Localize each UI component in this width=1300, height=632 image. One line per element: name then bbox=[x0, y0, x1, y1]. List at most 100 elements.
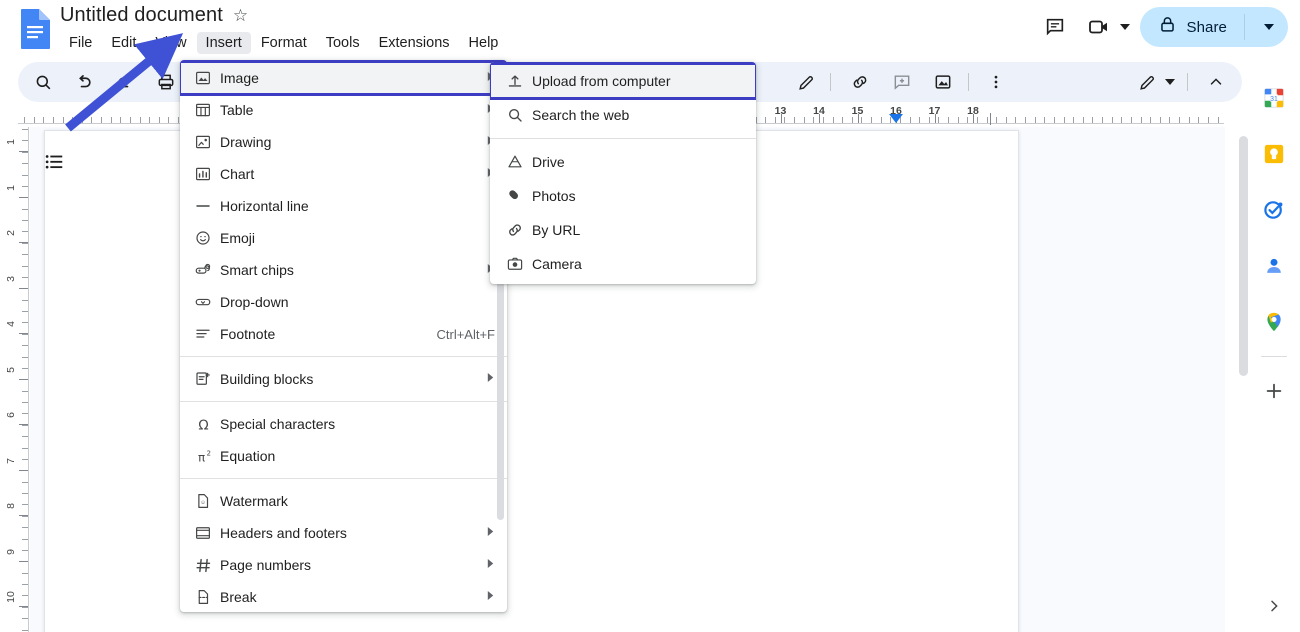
menu-separator bbox=[180, 478, 507, 479]
google-calendar-icon[interactable]: 31 bbox=[1248, 70, 1300, 126]
menu-item-drive[interactable]: Drive bbox=[490, 145, 756, 179]
menu-item-equation[interactable]: π2 Equation bbox=[180, 440, 507, 472]
menu-edit[interactable]: Edit bbox=[102, 32, 145, 54]
menu-insert[interactable]: Insert bbox=[197, 32, 251, 54]
menu-item-label: Drop-down bbox=[220, 286, 495, 318]
add-comment-icon[interactable] bbox=[886, 66, 918, 98]
ruler-tick bbox=[22, 300, 28, 301]
margin-marker[interactable] bbox=[990, 113, 991, 125]
google-contacts-icon[interactable] bbox=[1248, 238, 1300, 294]
share-dropdown-caret-icon[interactable] bbox=[1254, 7, 1284, 47]
meet-button-group[interactable] bbox=[1080, 8, 1134, 46]
ruler-tick bbox=[823, 117, 824, 123]
more-options-icon[interactable] bbox=[980, 66, 1012, 98]
menu-item-photos[interactable]: Photos bbox=[490, 179, 756, 213]
menu-help[interactable]: Help bbox=[460, 32, 508, 54]
ruler-tick bbox=[1131, 117, 1132, 123]
menu-item-watermark[interactable]: ☺ Watermark bbox=[180, 485, 507, 517]
menu-item-break[interactable]: Break bbox=[180, 581, 507, 612]
ruler-tick bbox=[1073, 117, 1074, 123]
image-icon bbox=[194, 69, 220, 87]
menu-file[interactable]: File bbox=[60, 32, 101, 54]
menu-extensions[interactable]: Extensions bbox=[370, 32, 459, 54]
menu-item-page-numbers[interactable]: Page numbers bbox=[180, 549, 507, 581]
emoji-icon bbox=[194, 229, 220, 247]
chevron-down-icon[interactable] bbox=[1120, 24, 1130, 30]
google-docs-logo-icon[interactable] bbox=[18, 8, 52, 50]
menu-item-building-blocks[interactable]: Building blocks bbox=[180, 363, 507, 395]
svg-text:Ω: Ω bbox=[198, 418, 208, 433]
menu-item-image[interactable]: Image bbox=[180, 62, 507, 94]
menu-item-special-characters[interactable]: Ω Special characters bbox=[180, 408, 507, 440]
video-camera-icon[interactable] bbox=[1080, 8, 1118, 46]
menu-item-by-url[interactable]: By URL bbox=[490, 213, 756, 247]
svg-text:π: π bbox=[198, 450, 205, 464]
pencil-icon[interactable] bbox=[1131, 66, 1163, 98]
menu-item-footnote[interactable]: Footnote Ctrl+Alt+F bbox=[180, 318, 507, 350]
ruler-tick bbox=[1092, 117, 1093, 123]
menu-item-upload-from-computer[interactable]: Upload from computer bbox=[490, 64, 756, 98]
search-icon bbox=[506, 106, 532, 124]
omega-icon: Ω bbox=[194, 415, 220, 434]
menu-item-drawing[interactable]: Drawing bbox=[180, 126, 507, 158]
ruler-tick bbox=[22, 322, 28, 323]
chart-icon bbox=[194, 165, 220, 183]
google-docs-window: Untitled document ☆ File Edit View Inser… bbox=[0, 0, 1300, 632]
ruler-tick bbox=[22, 595, 28, 596]
chevron-right-icon[interactable] bbox=[1248, 586, 1300, 626]
menu-item-headers-and-footers[interactable]: Headers and footers bbox=[180, 517, 507, 549]
ruler-number: 1 bbox=[5, 139, 17, 145]
comment-history-icon[interactable] bbox=[1036, 8, 1074, 46]
chevron-up-icon[interactable] bbox=[1200, 66, 1232, 98]
google-keep-icon[interactable] bbox=[1248, 126, 1300, 182]
menu-item-search-the-web[interactable]: Search the web bbox=[490, 98, 756, 132]
redo-icon[interactable] bbox=[109, 66, 141, 98]
undo-icon[interactable] bbox=[68, 66, 100, 98]
ruler-tick bbox=[22, 630, 28, 631]
search-icon[interactable] bbox=[27, 66, 59, 98]
google-maps-icon[interactable] bbox=[1248, 294, 1300, 350]
menu-item-drop-down[interactable]: Drop-down bbox=[180, 286, 507, 318]
ruler-tick bbox=[996, 117, 997, 123]
share-button[interactable]: Share bbox=[1140, 7, 1288, 47]
menu-view[interactable]: View bbox=[146, 32, 195, 54]
insert-link-icon[interactable] bbox=[844, 66, 876, 98]
menu-item-table[interactable]: Table bbox=[180, 94, 507, 126]
google-tasks-icon[interactable] bbox=[1248, 182, 1300, 238]
menu-separator bbox=[180, 401, 507, 402]
menu-item-label: Break bbox=[220, 581, 472, 612]
menu-format[interactable]: Format bbox=[252, 32, 316, 54]
menu-item-camera[interactable]: Camera bbox=[490, 247, 756, 281]
ruler-tick bbox=[833, 117, 834, 123]
vertical-ruler[interactable]: 112345678910 bbox=[0, 127, 30, 632]
page-title[interactable]: Untitled document bbox=[60, 4, 223, 27]
insert-image-icon[interactable] bbox=[927, 66, 959, 98]
highlight-pen-icon[interactable] bbox=[790, 66, 822, 98]
menu-tools[interactable]: Tools bbox=[317, 32, 369, 54]
print-icon[interactable] bbox=[150, 66, 182, 98]
ruler-tick bbox=[22, 266, 28, 267]
ruler-tick bbox=[910, 117, 911, 123]
insert-menu-items: Image Table Drawing Chart Horizo bbox=[180, 60, 507, 612]
ruler-number: 1 bbox=[5, 185, 17, 191]
menu-item-chart[interactable]: Chart bbox=[180, 158, 507, 190]
menu-item-horizontal-line[interactable]: Horizontal line bbox=[180, 190, 507, 222]
menu-item-emoji[interactable]: Emoji bbox=[180, 222, 507, 254]
ruler-tick bbox=[1006, 117, 1007, 123]
ruler-tick bbox=[22, 254, 28, 255]
ruler-tick bbox=[159, 117, 160, 123]
menu-item-label: Special characters bbox=[220, 408, 495, 440]
menu-item-smart-chips[interactable]: Smart chips bbox=[180, 254, 507, 286]
star-outline-icon[interactable]: ☆ bbox=[233, 6, 248, 26]
menu-item-label: Emoji bbox=[220, 222, 495, 254]
vertical-scrollbar[interactable] bbox=[1239, 136, 1248, 376]
plus-icon[interactable] bbox=[1248, 363, 1300, 419]
document-outline-icon[interactable] bbox=[40, 148, 68, 176]
indent-marker[interactable] bbox=[889, 114, 903, 123]
toolbar-right-group bbox=[1131, 66, 1232, 98]
ruler-tick bbox=[22, 391, 28, 392]
chevron-down-icon[interactable] bbox=[1165, 79, 1175, 85]
menu-item-label: Table bbox=[220, 94, 472, 126]
ruler-number: 6 bbox=[5, 412, 17, 418]
ruler-tick bbox=[22, 618, 28, 619]
